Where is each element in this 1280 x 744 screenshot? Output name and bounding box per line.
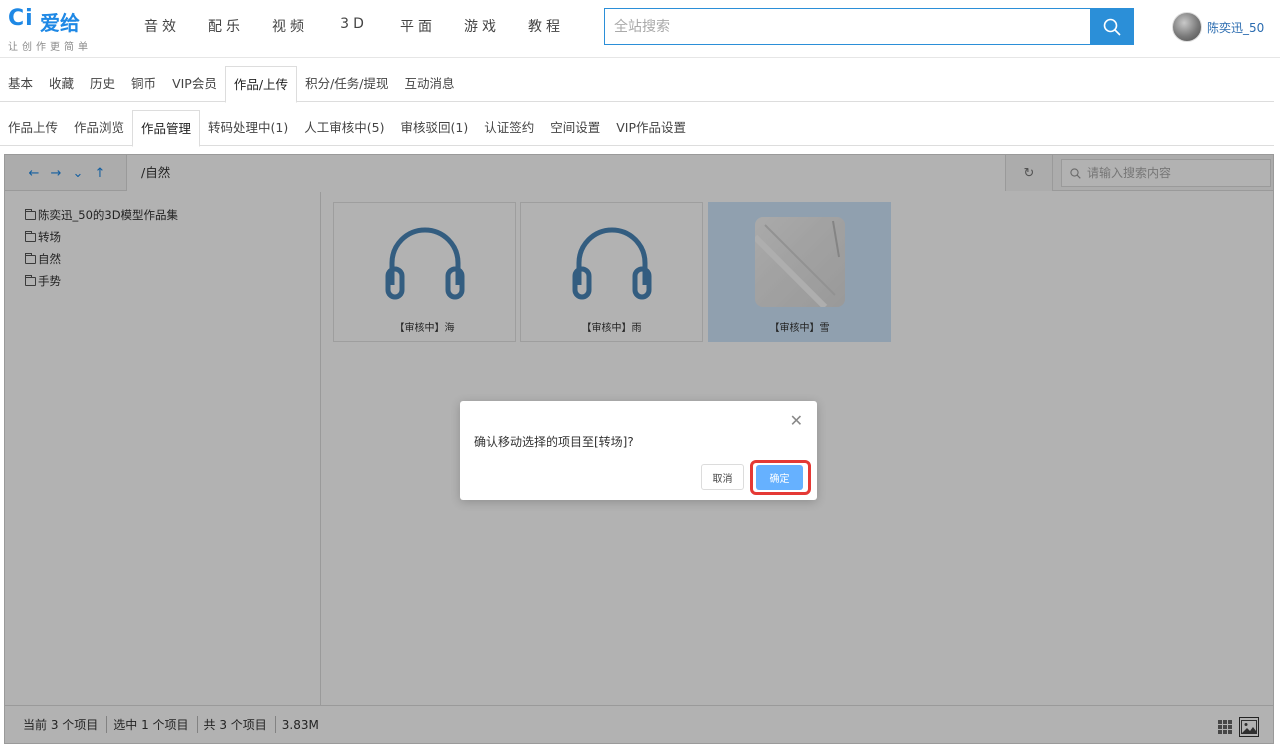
tab-history[interactable]: 历史 (82, 66, 123, 102)
nav-music[interactable]: 配乐 (194, 16, 258, 36)
close-icon[interactable]: ✕ (790, 413, 803, 429)
tab-vip[interactable]: VIP会员 (164, 66, 225, 102)
tab-vip-settings[interactable]: VIP作品设置 (608, 110, 694, 146)
username[interactable]: 陈奕迅_50 (1207, 19, 1264, 36)
tab-transcoding[interactable]: 转码处理中(1) (200, 110, 296, 146)
tab-manual-review[interactable]: 人工审核中(5) (296, 110, 392, 146)
tab-manage[interactable]: 作品管理 (132, 110, 201, 147)
nav-sound-effects[interactable]: 音效 (130, 16, 194, 36)
tab-certification[interactable]: 认证签约 (476, 110, 542, 146)
top-nav: 音效 配乐 视频 3D 平面 游戏 教程 (130, 16, 578, 36)
tab-works-upload[interactable]: 作品/上传 (224, 66, 298, 103)
tab-favorites[interactable]: 收藏 (41, 66, 82, 102)
tab-points-tasks[interactable]: 积分/任务/提现 (297, 66, 396, 102)
cancel-button[interactable]: 取消 (701, 464, 744, 490)
site-search-button[interactable] (1090, 8, 1134, 45)
site-logo[interactable]: Ci 爱给 让创作更简单 (8, 6, 118, 53)
avatar[interactable] (1172, 12, 1202, 42)
confirm-move-dialog: ✕ 确认移动选择的项目至[转场]? 取消 确定 (460, 401, 817, 500)
nav-3d[interactable]: 3D (322, 16, 386, 36)
tab-browse[interactable]: 作品浏览 (66, 110, 132, 146)
dialog-message: 确认移动选择的项目至[转场]? (474, 435, 634, 449)
tab-messages[interactable]: 互动消息 (397, 66, 463, 102)
site-header: Ci 爱给 让创作更简单 音效 配乐 视频 3D 平面 游戏 教程 陈奕迅_50 (0, 0, 1280, 58)
site-search-box (604, 8, 1091, 45)
logo-name: 爱给 (40, 11, 80, 35)
confirm-button[interactable]: 确定 (756, 465, 803, 490)
nav-tutorial[interactable]: 教程 (514, 16, 578, 36)
nav-video[interactable]: 视频 (258, 16, 322, 36)
tab-upload[interactable]: 作品上传 (0, 110, 66, 146)
nav-game[interactable]: 游戏 (450, 16, 514, 36)
tab-basic[interactable]: 基本 (0, 66, 41, 102)
logo-slogan: 让创作更简单 (8, 42, 92, 53)
works-tabs: 作品上传 作品浏览 作品管理 转码处理中(1) 人工审核中(5) 审核驳回(1)… (0, 110, 1274, 147)
account-tabs: 基本 收藏 历史 铜币 VIP会员 作品/上传 积分/任务/提现 互动消息 (0, 66, 1274, 103)
tab-rejected[interactable]: 审核驳回(1) (392, 110, 476, 146)
search-icon (1103, 18, 1121, 36)
tab-space-settings[interactable]: 空间设置 (542, 110, 608, 146)
nav-graphic[interactable]: 平面 (386, 16, 450, 36)
site-search-input[interactable] (605, 9, 1091, 44)
tab-coins[interactable]: 铜币 (123, 66, 164, 102)
user-menu[interactable]: 陈奕迅_50 (1172, 12, 1264, 42)
logo-mark: Ci (8, 6, 34, 31)
